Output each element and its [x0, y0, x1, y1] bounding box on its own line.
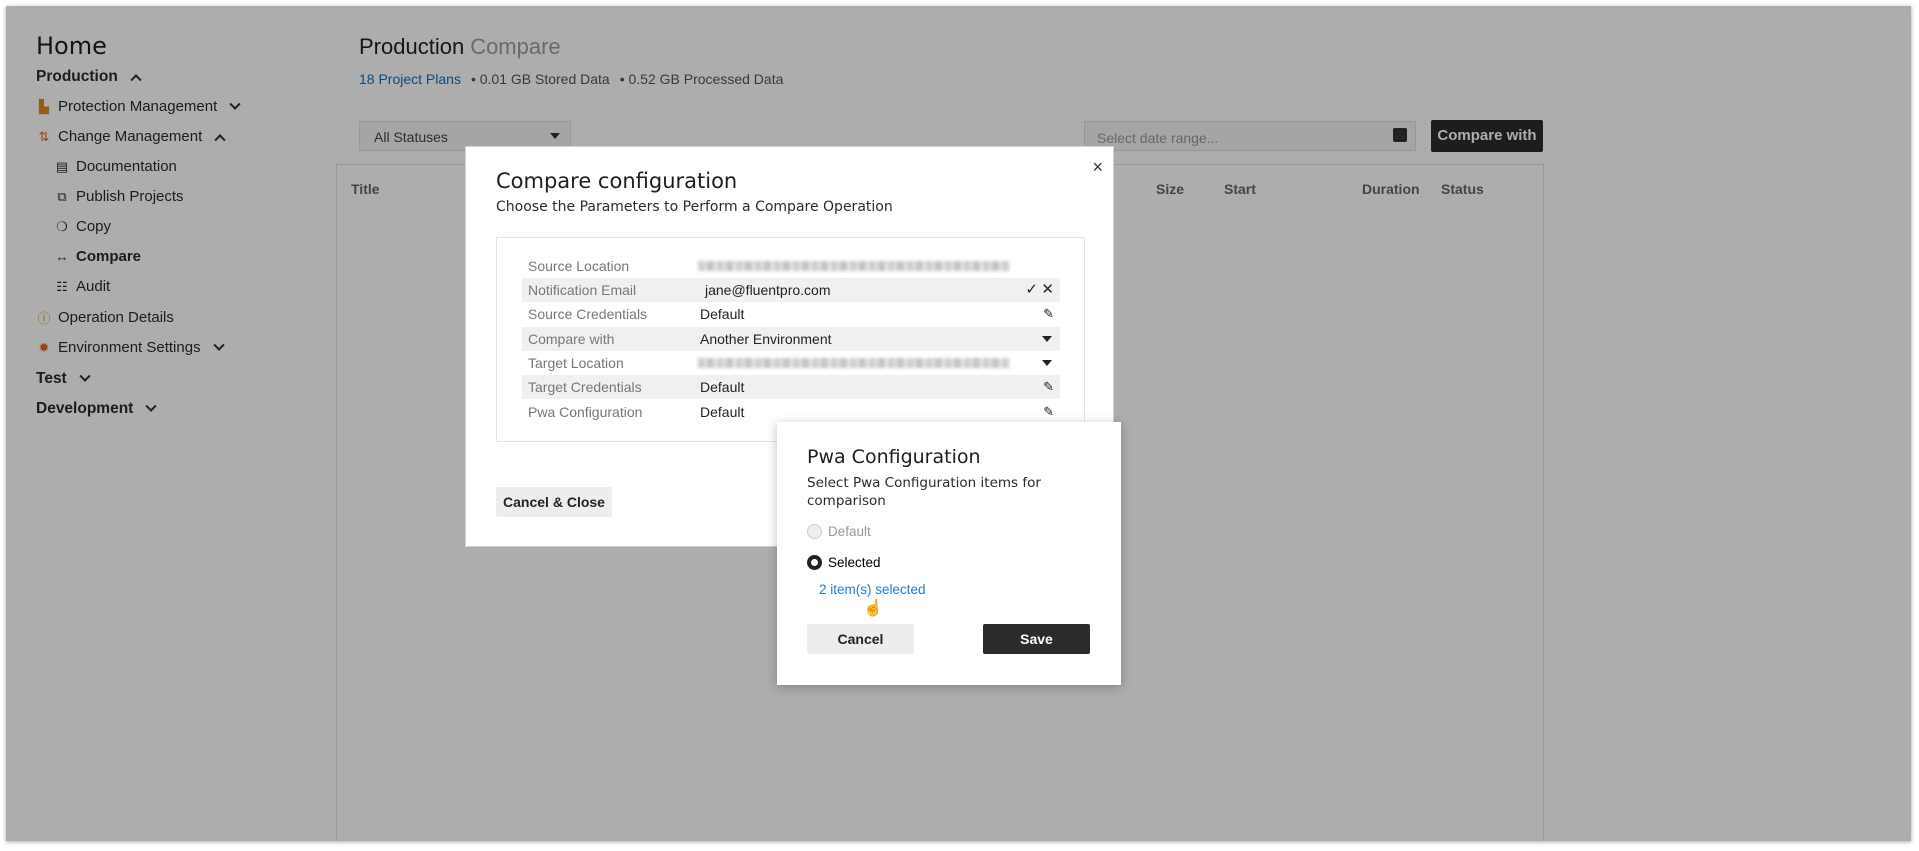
notification-email-input[interactable]: jane@fluentpro.com: [705, 282, 831, 298]
close-icon[interactable]: ×: [1092, 157, 1103, 178]
param-value: Default: [700, 404, 745, 420]
param-row-pwa-configuration[interactable]: Pwa Configuration Default ✎: [522, 400, 1060, 424]
check-icon[interactable]: ✓: [1025, 280, 1038, 298]
param-label: Source Credentials: [528, 306, 648, 322]
param-row-source-credentials[interactable]: Source Credentials Default ✎: [522, 302, 1060, 326]
cancel-button[interactable]: Cancel: [807, 624, 914, 654]
modal-description: Choose the Parameters to Perform a Compa…: [496, 199, 893, 215]
param-row-target-credentials[interactable]: Target Credentials Default ✎: [522, 375, 1060, 399]
radio-selected[interactable]: Selected: [807, 555, 881, 570]
cancel-close-button[interactable]: Cancel & Close: [496, 487, 612, 517]
compare-with-select[interactable]: Another Environment: [700, 331, 832, 347]
close-icon[interactable]: ✕: [1041, 280, 1054, 298]
caret-down-icon[interactable]: [1042, 336, 1052, 342]
blurred-url: [698, 358, 1010, 368]
param-label: Notification Email: [528, 282, 637, 298]
param-row-target-location[interactable]: Target Location: [522, 351, 1060, 375]
pencil-icon[interactable]: ✎: [1043, 306, 1054, 322]
save-button[interactable]: Save: [983, 624, 1090, 654]
param-label: Source Location: [528, 258, 630, 274]
app-window: Home Production ▙ Protection Management …: [6, 6, 1911, 841]
param-label: Target Location: [528, 355, 624, 371]
param-label: Pwa Configuration: [528, 404, 643, 420]
pwa-configuration-popup: Pwa Configuration Select Pwa Configurati…: [777, 422, 1121, 685]
hand-pointer-icon: ☝: [863, 600, 883, 617]
radio-label: Selected: [828, 555, 881, 570]
caret-down-icon[interactable]: [1042, 360, 1052, 366]
radio-default[interactable]: Default: [807, 524, 871, 539]
popup-title: Pwa Configuration: [807, 446, 981, 468]
pencil-icon[interactable]: ✎: [1043, 379, 1054, 395]
param-row-notification-email[interactable]: Notification Email jane@fluentpro.com ✓ …: [522, 278, 1060, 302]
parameters-panel: Source Location Notification Email jane@…: [496, 237, 1085, 442]
items-selected-link[interactable]: 2 item(s) selected: [819, 582, 926, 597]
pencil-icon[interactable]: ✎: [1043, 404, 1054, 420]
popup-description: Select Pwa Configuration items for compa…: [807, 475, 1041, 509]
modal-title: Compare configuration: [496, 169, 738, 193]
param-row-source-location[interactable]: Source Location: [522, 254, 1060, 278]
param-value: Default: [700, 306, 745, 322]
radio-indicator: [807, 555, 822, 570]
radio-label: Default: [828, 524, 871, 539]
blurred-url: [698, 261, 1010, 271]
param-label: Compare with: [528, 331, 615, 347]
param-value: Default: [700, 379, 745, 395]
param-row-compare-with[interactable]: Compare with Another Environment: [522, 327, 1060, 351]
param-label: Target Credentials: [528, 379, 642, 395]
radio-indicator: [807, 524, 822, 539]
